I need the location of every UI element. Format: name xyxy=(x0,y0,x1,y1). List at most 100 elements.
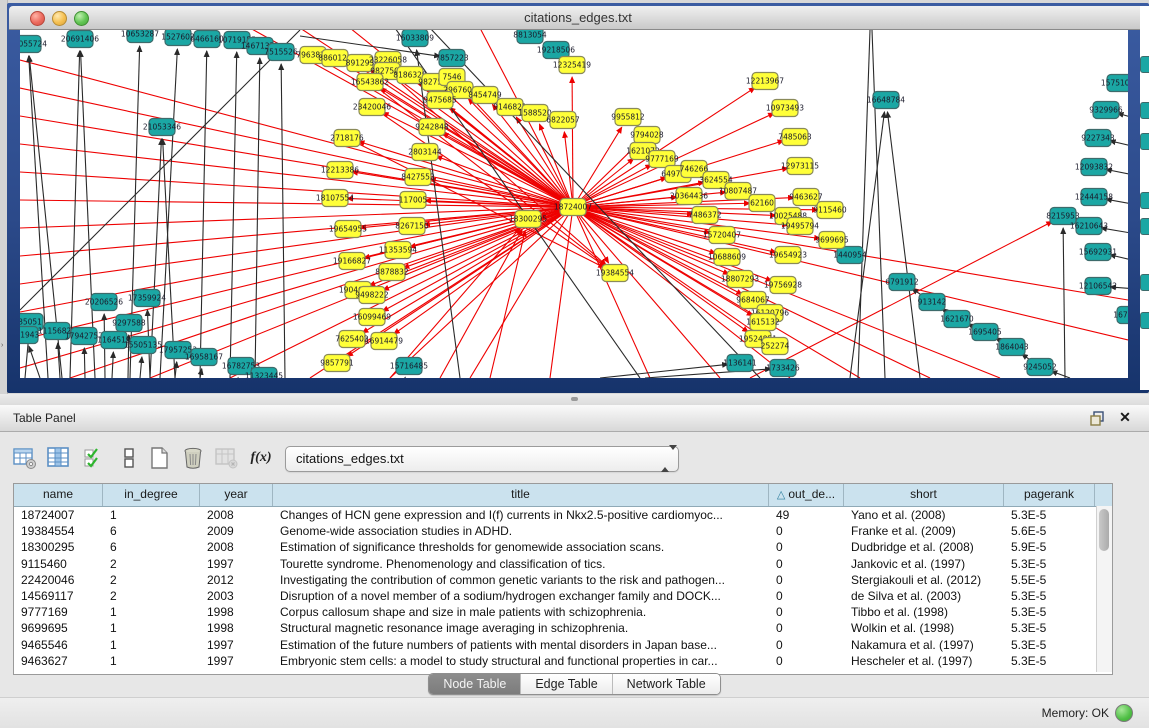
select-columns-icon[interactable] xyxy=(82,445,110,471)
column-header-in-degree[interactable]: in_degree xyxy=(103,484,200,506)
tab-edge-table[interactable]: Edge Table xyxy=(521,674,612,694)
vertical-scrollbar[interactable] xyxy=(1096,506,1112,672)
graph-node[interactable]: 16914479 xyxy=(365,333,403,350)
column-header-title[interactable]: title xyxy=(273,484,769,506)
graph-node[interactable]: 24055724 xyxy=(20,36,47,53)
graph-node[interactable]: 9245052 xyxy=(1023,359,1057,376)
graph-node[interactable]: 7515526 xyxy=(264,44,298,61)
graph-node[interactable]: 9794028 xyxy=(630,127,664,144)
table-settings-icon[interactable] xyxy=(12,445,40,471)
table-row[interactable]: 1456911722003Disruption of a novel membe… xyxy=(14,588,1112,604)
graph-node[interactable]: 7486372 xyxy=(688,207,722,224)
table-row[interactable]: 946554611997Estimation of the future num… xyxy=(14,637,1112,653)
graph-node[interactable]: 15751074 xyxy=(1101,75,1128,92)
graph-node[interactable]: 6822057 xyxy=(546,112,580,129)
graph-node[interactable]: 20691406 xyxy=(61,31,99,48)
close-panel-icon[interactable]: ✕ xyxy=(1117,409,1133,425)
graph-node[interactable] xyxy=(1140,102,1149,119)
graph-node[interactable]: 2718176 xyxy=(330,130,364,147)
table-row[interactable]: 911546021997Tourette syndrome. Phenomeno… xyxy=(14,556,1112,572)
graph-node[interactable]: 12973115 xyxy=(781,158,819,175)
table-row[interactable]: 1938455462009Genome-wide association stu… xyxy=(14,523,1112,539)
graph-node[interactable] xyxy=(1140,218,1149,235)
network-window-titlebar[interactable]: citations_edges.txt xyxy=(9,6,1147,30)
graph-node[interactable]: 7857223 xyxy=(435,50,469,67)
graph-node[interactable]: 1864043 xyxy=(995,339,1029,356)
graph-node[interactable]: 15716485 xyxy=(390,358,428,375)
graph-node[interactable]: 15505135 xyxy=(124,337,162,354)
graph-node[interactable]: 16648784 xyxy=(867,92,905,109)
column-header-year[interactable]: year xyxy=(200,484,273,506)
network-canvas[interactable]: 2405572420691406106532871527602646616010… xyxy=(20,30,1128,378)
graph-node[interactable] xyxy=(1140,133,1149,150)
graph-node[interactable]: 2803144 xyxy=(408,144,442,161)
graph-node[interactable]: 17359924 xyxy=(128,290,166,307)
graph-node[interactable]: 8427552 xyxy=(401,169,435,186)
graph-node[interactable]: 1136141 xyxy=(723,355,757,372)
table-row[interactable]: 977716911998Corpus callosum shape and si… xyxy=(14,604,1112,620)
graph-node[interactable] xyxy=(1140,274,1149,291)
graph-node[interactable]: 10653287 xyxy=(121,30,159,43)
graph-node[interactable]: 252274 xyxy=(761,338,790,355)
graph-node[interactable]: 9297588 xyxy=(112,315,146,332)
graph-node[interactable]: 16210643 xyxy=(1070,218,1108,235)
graph-node[interactable]: 15692931 xyxy=(1079,244,1117,261)
graph-node[interactable]: 8267150 xyxy=(395,218,429,235)
graph-node[interactable]: 9955812 xyxy=(611,109,645,126)
graph-node[interactable]: 12213386 xyxy=(321,162,359,179)
graph-node[interactable]: 19654955 xyxy=(329,221,367,238)
graph-node[interactable]: 19384554 xyxy=(596,265,634,282)
graph-node[interactable]: 1695405 xyxy=(968,324,1002,341)
table-row[interactable]: 1830029562008Estimation of significance … xyxy=(14,539,1112,555)
graph-node[interactable]: 10973493 xyxy=(766,100,804,117)
tab-network-table[interactable]: Network Table xyxy=(613,674,720,694)
tab-node-table[interactable]: Node Table xyxy=(429,674,521,694)
graph-node[interactable]: 12106542 xyxy=(1079,278,1117,295)
graph-node[interactable]: 16033809 xyxy=(396,30,434,47)
column-header-pagerank[interactable]: pagerank xyxy=(1004,484,1095,506)
graph-node[interactable]: 12444158 xyxy=(1075,189,1113,206)
graph-node[interactable]: 20206526 xyxy=(85,294,123,311)
graph-node[interactable]: 9857791 xyxy=(320,355,354,372)
graph-node[interactable]: 9329966 xyxy=(1089,102,1123,119)
table-row[interactable]: 2242004622012Investigating the contribut… xyxy=(14,572,1112,588)
graph-node[interactable]: 9242848 xyxy=(415,119,449,136)
dock-collapse-arrow-icon[interactable]: › xyxy=(1,342,3,349)
graph-node[interactable]: 12093832 xyxy=(1075,159,1113,176)
table-row[interactable]: 946362711997Embryonic stem cells: a mode… xyxy=(14,653,1112,669)
graph-node[interactable]: 8813054 xyxy=(513,30,547,44)
graph-node[interactable]: 9498222 xyxy=(355,287,389,304)
graph-node[interactable]: 117005 xyxy=(399,192,428,209)
graph-node[interactable]: 1733426 xyxy=(766,360,800,377)
column-header-short[interactable]: short xyxy=(844,484,1004,506)
graph-node[interactable]: 18807293 xyxy=(721,271,759,288)
table-selector-dropdown[interactable]: citations_edges.txt xyxy=(285,446,679,472)
graph-node[interactable]: 9115460 xyxy=(813,202,847,219)
graph-node[interactable]: 12213967 xyxy=(746,73,784,90)
graph-node[interactable]: 19654923 xyxy=(769,247,807,264)
graph-node[interactable]: 9227343 xyxy=(1081,130,1115,147)
graph-node[interactable]: 1677393 xyxy=(1113,307,1128,324)
row-height-icon[interactable] xyxy=(116,445,144,471)
graph-node[interactable]: 16099469 xyxy=(353,309,391,326)
graph-node[interactable] xyxy=(1140,192,1149,209)
graph-node[interactable]: 1621670 xyxy=(940,311,974,328)
graph-node[interactable]: 8878832 xyxy=(375,264,409,281)
graph-node[interactable] xyxy=(1140,56,1149,73)
graph-node[interactable]: 391943 xyxy=(20,327,40,344)
graph-node[interactable]: 62160 xyxy=(749,195,775,212)
column-header-name[interactable]: name xyxy=(14,484,103,506)
graph-node[interactable]: 19756928 xyxy=(764,277,802,294)
graph-node[interactable]: 7485063 xyxy=(778,129,812,146)
new-column-icon[interactable] xyxy=(146,445,174,471)
graph-node[interactable]: 9699695 xyxy=(815,232,849,249)
table-row[interactable]: 1872400712008Changes of HCN gene express… xyxy=(14,507,1112,523)
function-builder-icon[interactable]: f(x) xyxy=(246,445,276,471)
graph-node[interactable]: 913142 xyxy=(918,294,947,311)
column-header-out-de-[interactable]: △out_de... xyxy=(769,484,844,506)
delete-column-icon[interactable] xyxy=(180,445,208,471)
panel-divider[interactable] xyxy=(0,394,1149,405)
graph-node[interactable]: 7625402 xyxy=(335,331,369,348)
graph-node[interactable]: 11353594 xyxy=(379,242,417,259)
table-column-icon[interactable] xyxy=(46,445,74,471)
